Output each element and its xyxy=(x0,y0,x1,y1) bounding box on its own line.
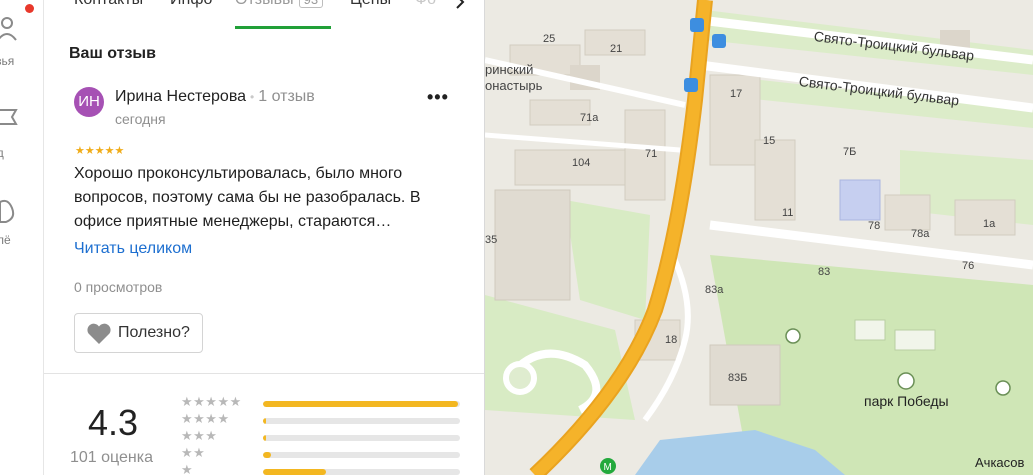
map-canvas: М xyxy=(485,0,1033,475)
chevron-right-icon[interactable] xyxy=(454,0,466,9)
rating-row-stars: ★★ xyxy=(181,445,206,460)
tab-reviews-label: Отзывы xyxy=(235,0,294,8)
rating-row-stars: ★★★ xyxy=(181,428,218,443)
rating-bar-track xyxy=(263,452,460,458)
map-label-83a: 83а xyxy=(705,284,724,296)
map-label-83b: 83Б xyxy=(728,372,748,384)
friends-icon xyxy=(0,17,17,41)
rating-row-stars: ★★★★★ xyxy=(181,394,242,409)
rail-label-guide: ид xyxy=(0,146,4,160)
map-label-1a: 1а xyxy=(983,218,996,230)
map-label-25: 25 xyxy=(543,33,556,45)
tab-reviews[interactable]: Отзывы 93 xyxy=(235,0,324,9)
map-label-11: 11 xyxy=(782,207,794,219)
tab-contacts[interactable]: Контакты xyxy=(74,0,143,9)
guide-icon xyxy=(0,109,18,125)
rating-bar-fill xyxy=(263,418,266,424)
rating-row-1: ★ xyxy=(181,462,471,475)
rail-item-guide[interactable]: ид xyxy=(0,106,43,160)
notification-dot xyxy=(25,4,34,13)
rail-item-collections[interactable]: ллё xyxy=(0,196,43,248)
collections-icon xyxy=(0,199,15,223)
rating-row-2: ★★ xyxy=(181,445,471,462)
svg-text:М: М xyxy=(604,462,612,473)
map-label-104: 104 xyxy=(572,157,591,169)
rating-bar-fill xyxy=(263,469,327,475)
rating-row-5: ★★★★★ xyxy=(181,394,471,411)
rating-bar-fill xyxy=(263,401,459,407)
tab-bar: Контакты Инфо Отзывы 93 Цены Фо xyxy=(44,0,484,30)
map-label-71: 71 xyxy=(645,148,658,160)
rating-bar-track xyxy=(263,469,460,475)
map-label-monastery-1: ринский xyxy=(485,62,534,77)
views-count: 0 просмотров xyxy=(74,279,163,295)
map-label-18: 18 xyxy=(665,334,678,346)
map-label-78a: 78а xyxy=(911,228,930,240)
map-label-achkasova: Ачкасов xyxy=(975,455,1025,470)
map-label-76: 76 xyxy=(962,260,975,272)
rating-count: 101 оценка xyxy=(70,449,154,466)
left-rail: узья ид ллё xyxy=(0,0,44,475)
tab-prices[interactable]: Цены xyxy=(350,0,391,9)
author-name[interactable]: Ирина Нестерова xyxy=(115,88,246,105)
useful-button-label: Полезно? xyxy=(118,324,190,341)
avatar[interactable]: ИН xyxy=(74,87,104,117)
more-options-icon[interactable]: ••• xyxy=(427,88,449,106)
tab-photos[interactable]: Фо xyxy=(415,0,436,9)
rating-bar-fill xyxy=(263,452,271,458)
map-label-83: 83 xyxy=(818,266,831,278)
rating-row-4: ★★★★ xyxy=(181,411,471,428)
tab-reviews-count-badge: 93 xyxy=(298,0,324,8)
divider xyxy=(44,373,484,374)
review-date: сегодня xyxy=(115,111,166,127)
rail-label-friends: узья xyxy=(0,54,15,68)
section-title: Ваш отзыв xyxy=(69,45,156,62)
heart-icon xyxy=(87,323,111,344)
tab-info[interactable]: Инфо xyxy=(170,0,212,9)
author-review-count: 1 отзыв xyxy=(258,88,315,105)
rating-bar-track xyxy=(263,435,460,441)
review-author-line: Ирина Нестерова • 1 отзыв xyxy=(115,88,315,106)
rating-bar-track xyxy=(263,401,460,407)
rail-item-friends[interactable]: узья xyxy=(0,14,43,68)
review-text: Хорошо проконсультировалась, было много … xyxy=(74,165,421,230)
rating-row-3: ★★★ xyxy=(181,428,471,445)
rating-row-stars: ★★★★ xyxy=(181,411,230,426)
rating-row-stars: ★ xyxy=(181,462,194,475)
rail-label-collections: ллё xyxy=(0,233,11,247)
map-label-monastery-2: онастырь xyxy=(485,78,543,93)
rating-value: 4.3 xyxy=(88,402,139,443)
read-more-link[interactable]: Читать целиком xyxy=(74,240,192,258)
map[interactable]: М ринский онастырь 25 21 71а 104 71 35 1… xyxy=(485,0,1033,475)
rating-bar-track xyxy=(263,418,460,424)
map-label-17: 17 xyxy=(730,88,743,100)
separator-dot: • xyxy=(250,89,255,104)
map-label-35: 35 xyxy=(485,234,498,246)
map-label-7b: 7Б xyxy=(843,146,857,158)
place-panel: Контакты Инфо Отзывы 93 Цены Фо Ваш отзыв… xyxy=(44,0,485,475)
useful-button[interactable]: Полезно? xyxy=(74,313,203,353)
rating-bar-fill xyxy=(263,435,266,441)
map-label-78: 78 xyxy=(868,220,881,232)
map-label-71a: 71а xyxy=(580,112,599,124)
map-label-park: парк Победы xyxy=(864,393,949,409)
review-stars: ★★★★★ xyxy=(75,145,125,157)
map-label-21: 21 xyxy=(610,43,623,55)
active-tab-underline xyxy=(235,26,331,29)
map-label-15: 15 xyxy=(763,135,776,147)
